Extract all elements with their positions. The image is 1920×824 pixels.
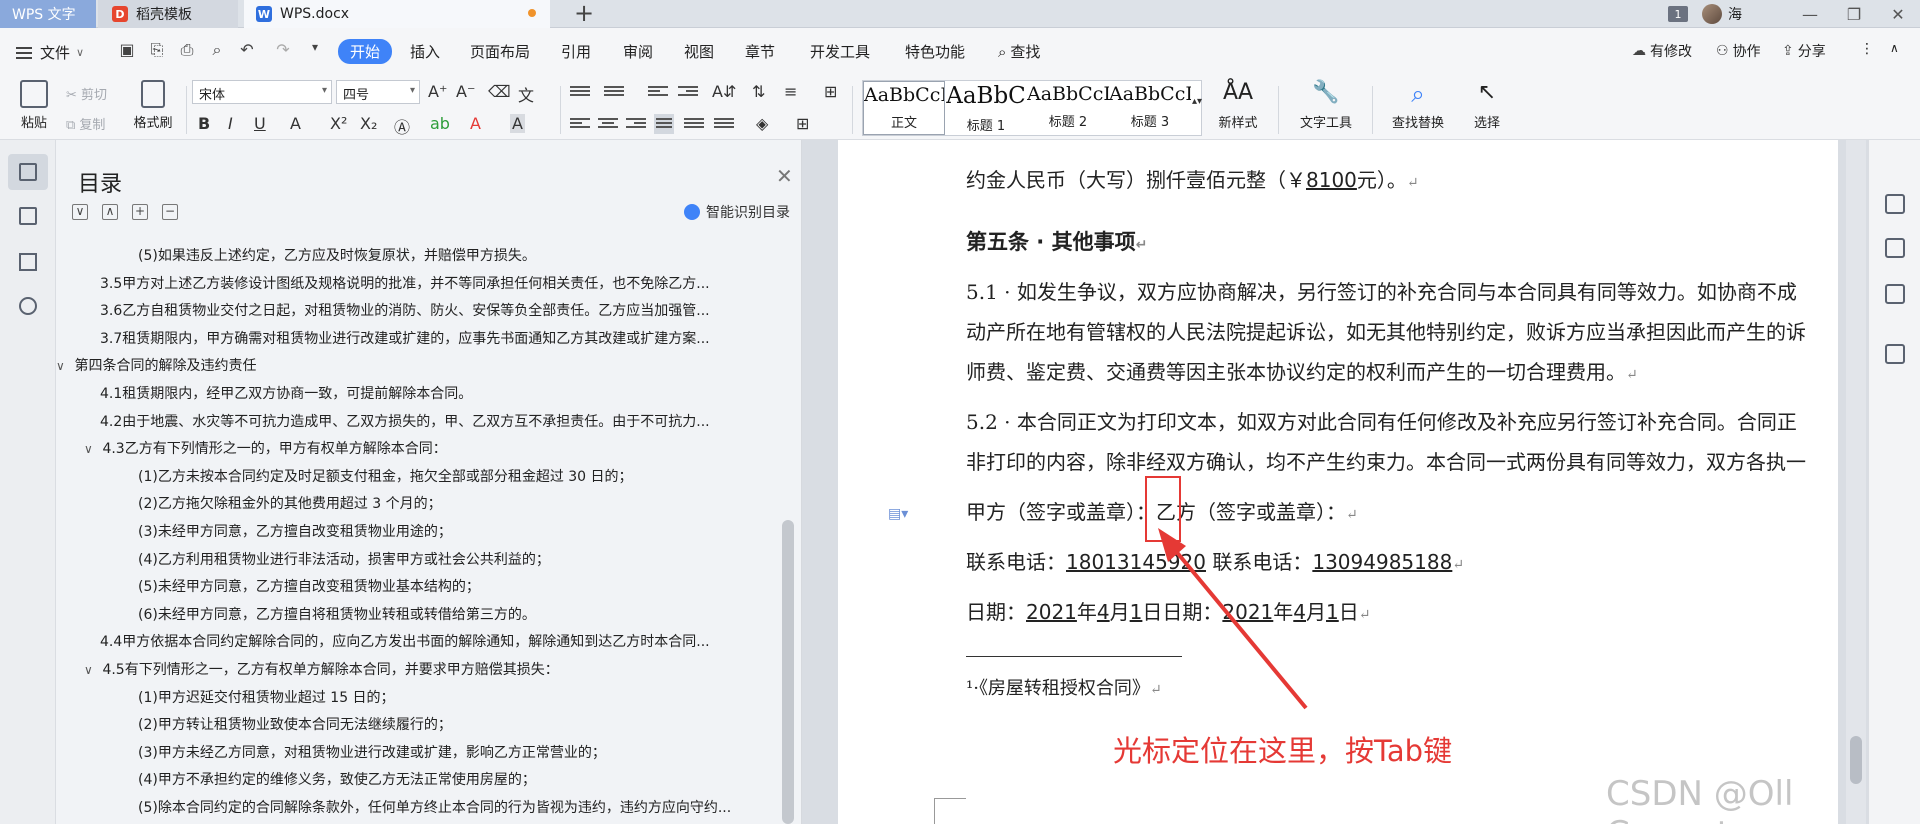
annotation-text: 光标定位在这里，按Tab键 bbox=[1113, 734, 1453, 768]
annotation-arrow bbox=[1158, 528, 1308, 710]
watermark: CSDN @Oll Correct bbox=[1606, 774, 1794, 824]
